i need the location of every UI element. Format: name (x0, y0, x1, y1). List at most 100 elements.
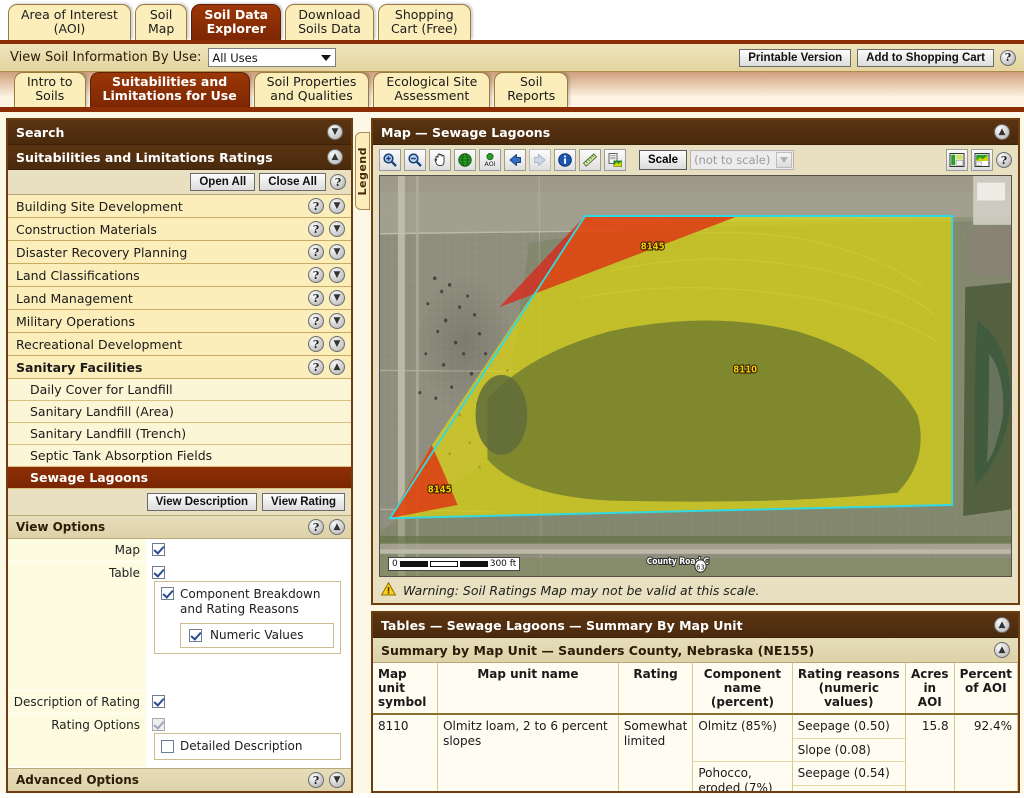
scale-select-value: (not to scale) (694, 153, 770, 167)
rating-item-sanitary-landfill-area[interactable]: Sanitary Landfill (Area) (8, 401, 351, 423)
view-description-button[interactable]: View Description (147, 493, 257, 511)
chevron-down-icon[interactable]: ▼ (327, 124, 343, 140)
help-icon[interactable]: ? (308, 290, 324, 306)
info-icon[interactable] (554, 149, 576, 171)
help-icon[interactable]: ? (308, 772, 324, 788)
category-label: Sanitary Facilities (16, 360, 142, 375)
chevron-up-icon[interactable]: ▲ (994, 642, 1010, 658)
printable-version-button[interactable]: Printable Version (739, 49, 851, 67)
rating-item-septic-tank-absorption-fields[interactable]: Septic Tank Absorption Fields (8, 445, 351, 467)
print-map-icon[interactable] (604, 149, 626, 171)
description-of-rating-checkbox[interactable] (152, 695, 165, 708)
map-panel-header[interactable]: Map — Sewage Lagoons ▲ (373, 120, 1018, 145)
help-icon[interactable]: ? (308, 221, 324, 237)
chevron-up-icon[interactable]: ▲ (994, 617, 1010, 633)
help-icon[interactable]: ? (308, 267, 324, 283)
view-options-title: View Options (16, 520, 105, 534)
subtab-soil-reports[interactable]: Soil Reports (494, 72, 568, 107)
help-icon[interactable]: ? (308, 244, 324, 260)
advanced-options-header[interactable]: Advanced Options ? ▼ (8, 768, 351, 791)
summary-section-header[interactable]: Summary by Map Unit — Saunders County, N… (373, 638, 1018, 663)
tab-area-of-interest[interactable]: Area of Interest (AOI) (8, 4, 131, 40)
chevron-down-icon[interactable]: ▼ (329, 290, 345, 306)
search-panel-header[interactable]: Search ▼ (8, 120, 351, 145)
subtab-intro-to-soils[interactable]: Intro to Soils (14, 72, 86, 107)
legend-tab[interactable]: Legend (355, 132, 370, 210)
zoom-out-icon[interactable] (404, 149, 426, 171)
col-rating: Rating (618, 663, 693, 714)
back-arrow-icon[interactable] (504, 149, 526, 171)
zoom-in-icon[interactable] (379, 149, 401, 171)
chevron-down-icon[interactable]: ▼ (329, 267, 345, 283)
category-disaster-recovery-planning[interactable]: Disaster Recovery Planning ? ▼ (8, 241, 351, 264)
help-icon[interactable]: ? (308, 336, 324, 352)
summary-table-scroll[interactable]: Map unit symbol Map unit name Rating Com… (373, 663, 1018, 791)
help-icon[interactable]: ? (1000, 50, 1016, 66)
category-recreational-development[interactable]: Recreational Development ? ▼ (8, 333, 351, 356)
category-building-site-development[interactable]: Building Site Development ? ▼ (8, 195, 351, 218)
category-military-operations[interactable]: Military Operations ? ▼ (8, 310, 351, 333)
open-all-button[interactable]: Open All (190, 173, 255, 191)
tab-soil-map[interactable]: Soil Map (135, 4, 187, 40)
map-checkbox[interactable] (152, 543, 165, 556)
map-layout-stacked-icon[interactable] (971, 149, 993, 171)
subtab-soil-properties[interactable]: Soil Properties and Qualities (254, 72, 370, 107)
table-row: 8110 Olmitz loam, 2 to 6 percent slopes … (373, 714, 1018, 761)
help-icon[interactable]: ? (308, 519, 324, 535)
view-rating-button[interactable]: View Rating (262, 493, 345, 511)
scale-button[interactable]: Scale (639, 150, 687, 170)
add-to-shopping-cart-button[interactable]: Add to Shopping Cart (857, 49, 994, 67)
chevron-down-icon[interactable]: ▼ (329, 198, 345, 214)
chevron-up-icon[interactable]: ▲ (327, 149, 343, 165)
view-options-header[interactable]: View Options ? ▲ (8, 516, 351, 539)
rating-item-sewage-lagoons[interactable]: Sewage Lagoons (8, 467, 351, 489)
chevron-down-icon[interactable]: ▼ (329, 336, 345, 352)
tab-download-soils-data[interactable]: Download Soils Data (285, 4, 374, 40)
numeric-values-checkbox[interactable] (189, 629, 202, 642)
category-sanitary-facilities[interactable]: Sanitary Facilities ? ▲ (8, 356, 351, 379)
chevron-down-icon[interactable]: ▼ (329, 772, 345, 788)
pan-hand-icon[interactable] (429, 149, 451, 171)
chevron-up-icon[interactable]: ▲ (994, 124, 1010, 140)
use-select[interactable]: All Uses (208, 48, 336, 67)
detailed-description-checkbox[interactable] (161, 740, 174, 753)
tables-panel-header[interactable]: Tables — Sewage Lagoons — Summary By Map… (373, 613, 1018, 638)
option-row-table: Table Component Breakdown and Rating Rea… (8, 562, 351, 691)
col-rating-reasons: Rating reasons (numeric values) (792, 663, 905, 714)
ratings-panel-header[interactable]: Suitabilities and Limitations Ratings ▲ (8, 145, 351, 170)
help-icon[interactable]: ? (308, 198, 324, 214)
close-all-button[interactable]: Close All (259, 173, 326, 191)
zoom-to-extent-icon[interactable] (454, 149, 476, 171)
help-icon[interactable]: ? (996, 152, 1012, 168)
category-construction-materials[interactable]: Construction Materials ? ▼ (8, 218, 351, 241)
cell-rating-reasons: Seepage (0.50) Slope (0.08) (792, 714, 905, 761)
component-breakdown-label: Component Breakdown and Rating Reasons (180, 587, 334, 617)
chevron-up-icon[interactable]: ▲ (329, 519, 345, 535)
help-icon[interactable]: ? (330, 174, 346, 190)
help-icon[interactable]: ? (308, 313, 324, 329)
chevron-down-icon[interactable]: ▼ (329, 221, 345, 237)
table-checkbox[interactable] (152, 566, 165, 579)
help-icon[interactable]: ? (308, 359, 324, 375)
view-by-use-bar: View Soil Information By Use: All Uses P… (0, 40, 1024, 72)
rating-item-sanitary-landfill-trench[interactable]: Sanitary Landfill (Trench) (8, 423, 351, 445)
map-canvas[interactable]: County Road C 63 8145 8110 8145 0 (379, 175, 1012, 577)
sidebar-panel: Search ▼ Suitabilities and Limitations R… (6, 118, 353, 793)
rating-reason: Seepage (0.50) (793, 715, 905, 738)
rating-item-daily-cover-for-landfill[interactable]: Daily Cover for Landfill (8, 379, 351, 401)
category-land-management[interactable]: Land Management ? ▼ (8, 287, 351, 310)
subtab-ecological-site[interactable]: Ecological Site Assessment (373, 72, 490, 107)
zoom-to-aoi-icon[interactable]: AOI (479, 149, 501, 171)
chevron-up-icon[interactable]: ▲ (329, 359, 345, 375)
tab-soil-data-explorer[interactable]: Soil Data Explorer (191, 4, 281, 40)
tab-shopping-cart[interactable]: Shopping Cart (Free) (378, 4, 471, 40)
chevron-down-icon[interactable]: ▼ (329, 244, 345, 260)
measure-ruler-icon[interactable] (579, 149, 601, 171)
map-layout-side-by-side-icon[interactable] (946, 149, 968, 171)
subtab-suitabilities-limitations[interactable]: Suitabilities and Limitations for Use (90, 72, 250, 107)
category-label: Building Site Development (16, 199, 183, 214)
chevron-down-icon (776, 152, 792, 168)
chevron-down-icon[interactable]: ▼ (329, 313, 345, 329)
component-breakdown-checkbox[interactable] (161, 587, 174, 600)
category-land-classifications[interactable]: Land Classifications ? ▼ (8, 264, 351, 287)
